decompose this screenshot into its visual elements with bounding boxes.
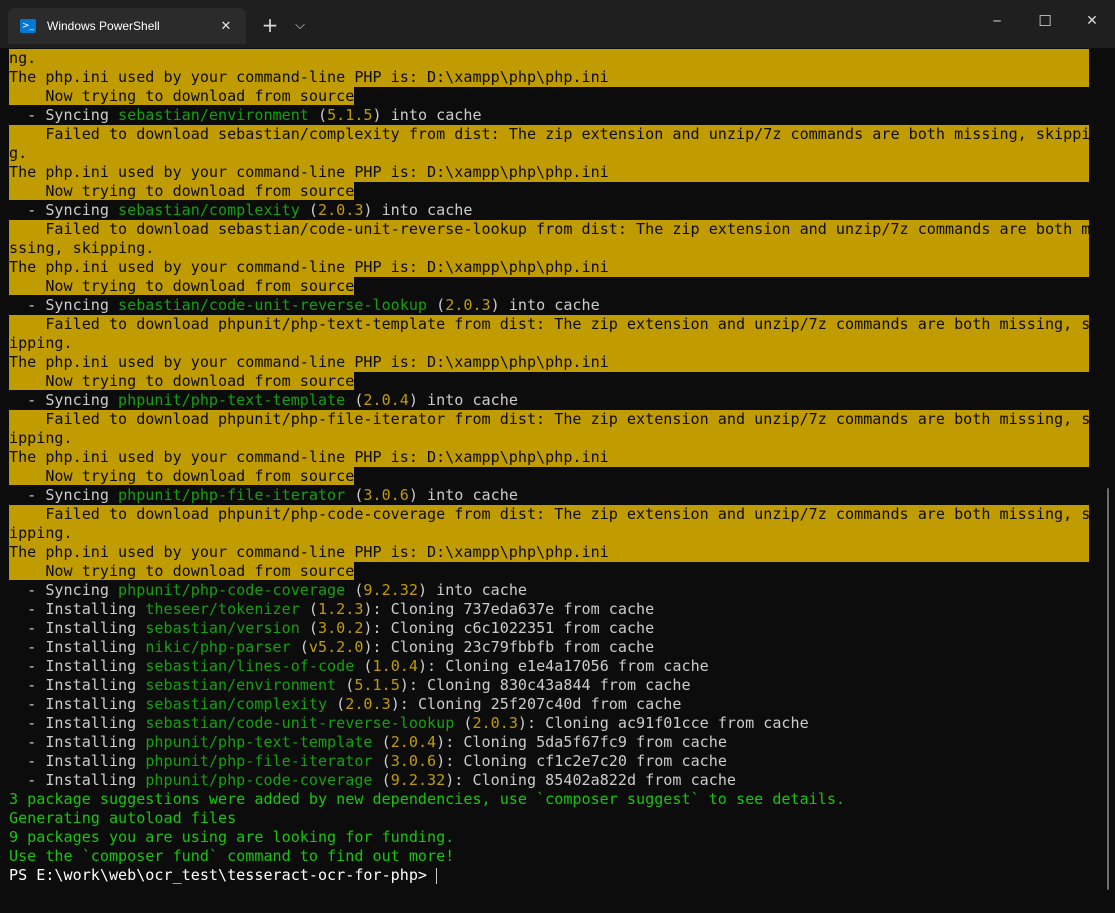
terminal-line: ipping. <box>9 524 1089 543</box>
terminal-line: - Syncing phpunit/php-text-template (2.0… <box>9 391 518 409</box>
title-bar: >_ Windows PowerShell ✕ + ⌵ ─ ☐ ✕ <box>0 0 1115 48</box>
terminal-line: Now trying to download from source <box>9 182 355 200</box>
terminal-line: - Syncing phpunit/php-file-iterator (3.0… <box>9 486 518 504</box>
terminal-line: The php.ini used by your command-line PH… <box>9 448 1089 467</box>
terminal-line: - Installing sebastian/version (3.0.2): … <box>9 619 655 637</box>
prompt-line[interactable]: PS E:\work\web\ocr_test\tesseract-ocr-fo… <box>9 866 1089 885</box>
terminal-line: ipping. <box>9 334 1089 353</box>
terminal-line: The php.ini used by your command-line PH… <box>9 543 1089 562</box>
tab-dropdown-button[interactable]: ⌵ <box>288 14 312 36</box>
terminal-line: ssing, skipping. <box>9 239 1089 258</box>
terminal-line: The php.ini used by your command-line PH… <box>9 258 1089 277</box>
scrollbar[interactable] <box>1107 488 1109 890</box>
terminal-output[interactable]: ng. The php.ini used by your command-lin… <box>9 49 1089 913</box>
minimize-button[interactable]: ─ <box>982 10 1012 32</box>
terminal-line: - Installing sebastian/lines-of-code (1.… <box>9 657 709 675</box>
terminal-line: Use the `composer fund` command to find … <box>9 847 455 865</box>
terminal-line: 3 package suggestions were added by new … <box>9 790 846 808</box>
terminal-line: Failed to download phpunit/php-code-cove… <box>9 505 1089 524</box>
terminal-line: - Installing phpunit/php-text-template (… <box>9 733 727 751</box>
terminal-line: Generating autoload files <box>9 809 237 827</box>
terminal-line: 9 packages you are using are looking for… <box>9 828 455 846</box>
terminal-line: Failed to download phpunit/php-file-iter… <box>9 410 1089 429</box>
terminal-line: - Installing theseer/tokenizer (1.2.3): … <box>9 600 655 618</box>
terminal-line: Failed to download sebastian/complexity … <box>9 125 1089 144</box>
terminal-line: - Syncing phpunit/php-code-coverage (9.2… <box>9 581 527 599</box>
terminal-line: ipping. <box>9 429 1089 448</box>
terminal-line: - Syncing sebastian/code-unit-reverse-lo… <box>9 296 600 314</box>
terminal-line: - Syncing sebastian/environment (5.1.5) … <box>9 106 482 124</box>
terminal-line: - Installing nikic/php-parser (v5.2.0): … <box>9 638 655 656</box>
tab-close-icon[interactable]: ✕ <box>218 18 234 34</box>
close-window-button[interactable]: ✕ <box>1077 10 1107 32</box>
tab-windows-powershell[interactable]: >_ Windows PowerShell ✕ <box>8 8 246 44</box>
terminal-line: The php.ini used by your command-line PH… <box>9 163 1089 182</box>
terminal-line: - Installing sebastian/environment (5.1.… <box>9 676 691 694</box>
terminal-line: - Installing sebastian/code-unit-reverse… <box>9 714 809 732</box>
powershell-icon: >_ <box>20 19 36 33</box>
terminal-line: - Syncing sebastian/complexity (2.0.3) i… <box>9 201 473 219</box>
terminal-line: Now trying to download from source <box>9 372 355 390</box>
terminal-line: - Installing sebastian/complexity (2.0.3… <box>9 695 682 713</box>
terminal-line: Now trying to download from source <box>9 562 355 580</box>
terminal-line: Now trying to download from source <box>9 467 355 485</box>
terminal-line: g. <box>9 144 1089 163</box>
terminal-line: ng. <box>9 49 1089 68</box>
terminal-line: Failed to download phpunit/php-text-temp… <box>9 315 1089 334</box>
prompt-text: PS E:\work\web\ocr_test\tesseract-ocr-fo… <box>9 866 437 884</box>
terminal-line: - Installing phpunit/php-code-coverage (… <box>9 771 737 789</box>
tab-title: Windows PowerShell <box>47 19 160 33</box>
text-cursor <box>436 867 438 884</box>
terminal-line: - Installing phpunit/php-file-iterator (… <box>9 752 727 770</box>
new-tab-button[interactable]: + <box>258 13 282 37</box>
terminal-line: The php.ini used by your command-line PH… <box>9 353 1089 372</box>
terminal-line: Now trying to download from source <box>9 87 355 105</box>
maximize-button[interactable]: ☐ <box>1030 10 1060 32</box>
terminal-line: The php.ini used by your command-line PH… <box>9 68 1089 87</box>
terminal-line: Now trying to download from source <box>9 277 355 295</box>
terminal-line: Failed to download sebastian/code-unit-r… <box>9 220 1089 239</box>
